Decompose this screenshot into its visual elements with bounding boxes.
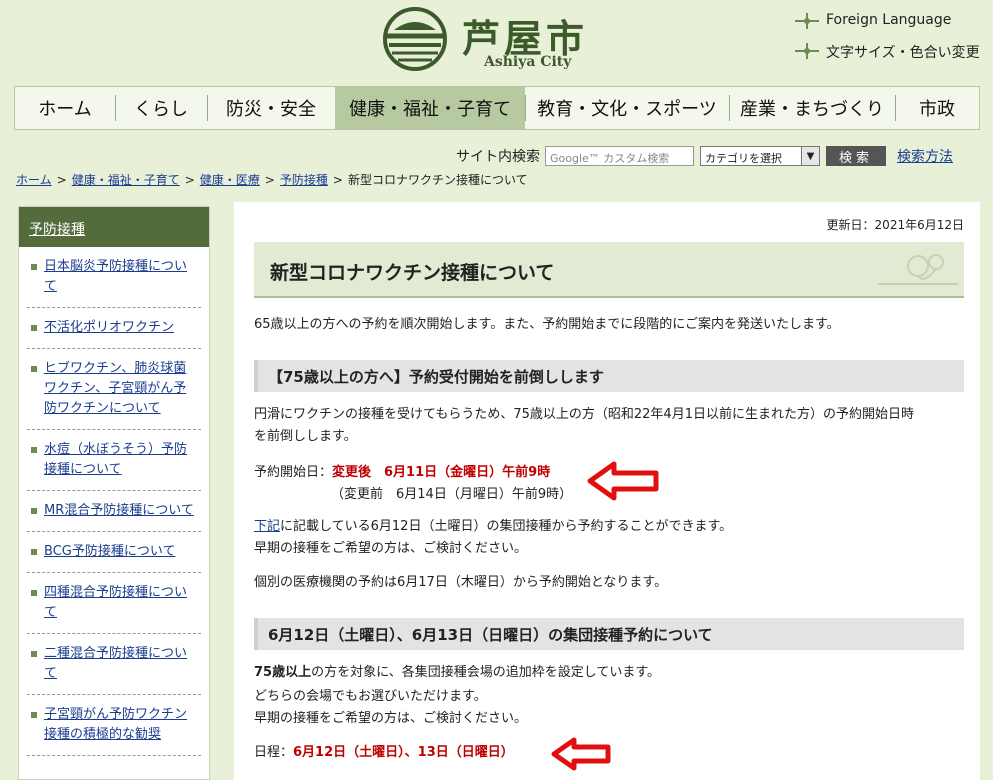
flower-icon [795, 13, 819, 29]
ornament-icon [878, 254, 958, 285]
chevron-down-icon: ▼ [801, 147, 819, 165]
ashiya-logo-icon [383, 7, 447, 71]
search-label: サイト内検索 [456, 149, 540, 165]
sec1-para-2a-text: に記載している6月12日（土曜日）の集団接種から予約することができます。 [280, 519, 733, 534]
reservation-start-label: 予約開始日： [254, 465, 333, 480]
schedule-label: 日程： [254, 745, 294, 760]
sidebar: 予防接種 日本脳炎予防接種について 不活化ポリオワクチン ヒブワクチン、肺炎球菌… [18, 206, 210, 780]
breadcrumb-yobou[interactable]: 予防接種 [280, 173, 328, 187]
schedule-dates: 6月12日（土曜日）、13日（日曜日） [293, 745, 514, 760]
gnav-item-kenkou[interactable]: 健康・福祉・子育て [335, 87, 525, 129]
intro-text: 65歳以上の方への予約を順次開始します。また、予約開始までに段階的にご案内を発送… [254, 317, 840, 332]
sec2-para-3: 早期の接種をご希望の方は、ご検討ください。 [254, 711, 528, 726]
sidebar-link[interactable]: ヒブワクチン、肺炎球菌ワクチン、子宮頸がん予防ワクチンについて [44, 361, 186, 416]
search-input[interactable]: Google™ カスタム検索 [545, 146, 694, 166]
sidebar-link[interactable]: 日本脳炎予防接種について [44, 259, 187, 294]
sidebar-item: 子宮頸がん予防ワクチン接種の積極的な勧奨 [27, 695, 201, 756]
sec1-para-2b: 早期の接種をご希望の方は、ご検討ください。 [254, 541, 528, 556]
sidebar-item: 日本脳炎予防接種について [27, 247, 201, 308]
reservation-start-after: 予約開始日：変更後 6月11日（金曜日）午前9時 [254, 462, 550, 484]
global-nav: ホーム くらし 防災・安全 健康・福祉・子育て 教育・文化・スポーツ 産業・まち… [14, 86, 980, 130]
sec1-para-3: 個別の医療機関の予約は6月17日（木曜日）から予約開始となります。 [254, 575, 668, 590]
sidebar-link[interactable]: 不活化ポリオワクチン [44, 320, 174, 335]
section-heading-group-vaccination: 6月12日（土曜日）、6月13日（日曜日）の集団接種予約について [254, 618, 964, 650]
sec2-para-1: 75歳以上の方を対象に、各集団接種会場の追加枠を設定しています。 [254, 662, 660, 684]
sec1-para-1b: を前倒しします。 [254, 429, 357, 444]
sidebar-title[interactable]: 予防接種 [19, 207, 209, 247]
reservation-date-after: 変更後 6月11日（金曜日）午前9時 [332, 465, 551, 480]
sec1-para-1a: 円滑にワクチンの接種を受けてもらうため、75歳以上の方（昭和22年4月1日以前に… [254, 407, 914, 422]
flower-icon [795, 43, 819, 59]
section-heading-75: 【75歳以上の方へ】予約受付開始を前倒しします [254, 360, 964, 392]
breadcrumb-kenkou[interactable]: 健康・福祉・子育て [72, 173, 180, 187]
gnav-item-shisei[interactable]: 市政 [895, 87, 979, 129]
sidebar-link[interactable]: 四種混合予防接種について [44, 585, 187, 620]
gnav-item-home[interactable]: ホーム [15, 87, 115, 129]
below-link[interactable]: 下記 [254, 519, 280, 534]
category-select-value: カテゴリを選択 [705, 152, 782, 165]
sidebar-item: MR混合予防接種について [27, 491, 201, 532]
sidebar-item: ヒブワクチン、肺炎球菌ワクチン、子宮頸がん予防ワクチンについて [27, 349, 201, 430]
gnav-item-kyouiku[interactable]: 教育・文化・スポーツ [525, 87, 729, 129]
logo-subtitle: Ashiya City [484, 54, 572, 70]
gnav-item-sangyou[interactable]: 産業・まちづくり [729, 87, 895, 129]
search-button[interactable]: 検索 [826, 146, 886, 166]
sidebar-item: 水痘（水ぼうそう）予防接種について [27, 430, 201, 491]
font-size-color-label: 文字サイズ・色合い変更 [826, 45, 980, 61]
sec1-para-2a: 下記に記載している6月12日（土曜日）の集団接種から予約することができます。 [254, 516, 732, 538]
site-logo[interactable]: 芦屋市 Ashiya City [382, 6, 592, 72]
main-content: 更新日：2021年6月12日 新型コロナワクチン接種について 65歳以上の方への… [234, 202, 980, 780]
updated-date: 更新日：2021年6月12日 [826, 218, 964, 232]
sidebar-item: BCG予防接種について [27, 532, 201, 573]
sec2-bold: 75歳以上 [254, 665, 312, 680]
page-title: 新型コロナワクチン接種について [270, 262, 555, 284]
sec2-para-1-text: の方を対象に、各集団接種会場の追加枠を設定しています。 [311, 665, 661, 680]
category-select[interactable]: カテゴリを選択 ▼ [700, 146, 820, 166]
reservation-date-before: （変更前 6月14日（月曜日）午前9時） [331, 487, 573, 502]
search-help-link[interactable]: 検索方法 [897, 146, 953, 166]
breadcrumb-home[interactable]: ホーム [16, 173, 52, 187]
schedule: 日程：6月12日（土曜日）、13日（日曜日） [254, 742, 514, 764]
sidebar-link[interactable]: 子宮頸がん予防ワクチン接種の積極的な勧奨 [44, 707, 187, 742]
breadcrumb-iryou[interactable]: 健康・医療 [200, 173, 260, 187]
arrow-left-icon [587, 461, 659, 501]
sidebar-item: 不活化ポリオワクチン [27, 308, 201, 349]
arrow-left-icon [551, 737, 611, 771]
sidebar-link[interactable]: 水痘（水ぼうそう）予防接種について [44, 442, 187, 477]
breadcrumb: ホーム > 健康・福祉・子育て > 健康・医療 > 予防接種 > 新型コロナワクチン接種について [16, 173, 528, 187]
breadcrumb-current: 新型コロナワクチン接種について [347, 173, 528, 187]
sidebar-item: 四種混合予防接種について [27, 573, 201, 634]
sidebar-link[interactable]: MR混合予防接種について [44, 503, 194, 518]
page-title-box: 新型コロナワクチン接種について [254, 242, 964, 298]
foreign-language-label: Foreign Language [826, 12, 952, 28]
site-header: 芦屋市 Ashiya City Foreign Language 文字サイズ・色… [0, 0, 993, 82]
gnav-item-kurashi[interactable]: くらし [115, 87, 207, 129]
gnav-item-bousai[interactable]: 防災・安全 [207, 87, 335, 129]
sidebar-link[interactable]: BCG予防接種について [44, 544, 175, 559]
sidebar-item: 二種混合予防接種について [27, 634, 201, 695]
sec2-para-2: どちらの会場でもお選びいただけます。 [254, 689, 487, 704]
sidebar-link[interactable]: 二種混合予防接種について [44, 646, 187, 681]
